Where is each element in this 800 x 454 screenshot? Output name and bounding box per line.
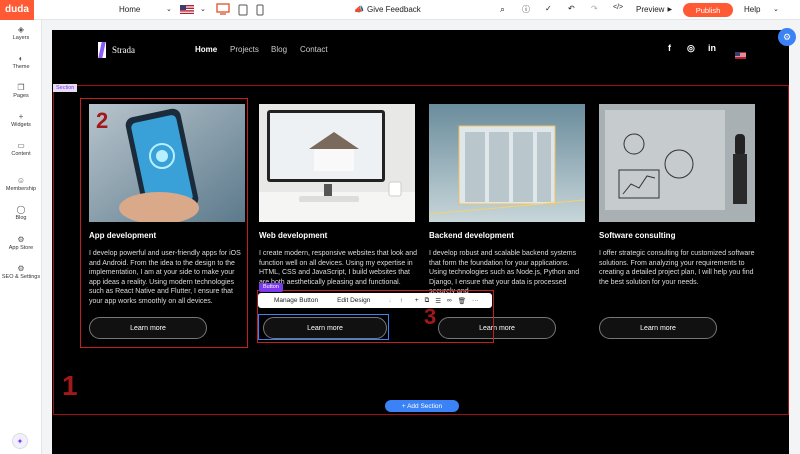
copy-icon[interactable]: ⧉	[425, 297, 430, 305]
site-logo-text: Strada	[112, 45, 135, 55]
give-feedback-label: Give Feedback	[366, 5, 421, 14]
link-icon[interactable]: ∞	[447, 297, 452, 304]
mobile-view-icon[interactable]	[256, 4, 264, 16]
annotation-box-card	[80, 98, 248, 348]
app-store-icon: ⚙	[17, 235, 25, 244]
linkedin-icon[interactable]: in	[708, 43, 716, 53]
annotation-number: 1	[62, 370, 78, 401]
nav-home[interactable]: Home	[195, 45, 217, 54]
sidebar-item-label: Theme	[12, 64, 30, 70]
sidebar-item-theme[interactable]: ◐ Theme	[0, 53, 42, 70]
manage-button-action[interactable]: Manage Button	[274, 297, 318, 304]
plus-icon: +	[18, 112, 24, 121]
align-icon[interactable]: ☰	[435, 297, 441, 305]
sidebar-item-label: App Store	[8, 245, 34, 251]
sidebar-item-label: Layers	[12, 35, 30, 41]
play-icon: ▶	[667, 7, 673, 13]
help-chevron-icon[interactable]: ⌄	[773, 5, 779, 13]
sidebar-item-layers[interactable]: ◈ Layers	[0, 24, 42, 41]
folder-icon: ▭	[17, 141, 25, 150]
code-icon[interactable]: </>	[613, 4, 623, 11]
card-desc-consulting: I offer strategic consulting for customi…	[599, 250, 755, 286]
sidebar-item-blog[interactable]: ◯ Blog	[0, 204, 42, 221]
annotation-number: 2	[96, 108, 109, 133]
move-down-icon[interactable]: ↓	[388, 297, 391, 304]
more-icon[interactable]: ···	[472, 297, 479, 304]
preview-label: Preview	[636, 5, 665, 14]
delete-icon[interactable]: 🗑	[458, 297, 466, 305]
give-feedback-button[interactable]: 📣 Give Feedback	[354, 5, 421, 14]
move-up-icon[interactable]: ↑	[400, 297, 403, 304]
strada-logo-mark	[98, 42, 106, 58]
sidebar-item-widgets[interactable]: + Widgets	[0, 111, 42, 128]
add-icon[interactable]: +	[415, 297, 419, 304]
language-chevron-icon[interactable]: ⌄	[200, 5, 206, 13]
card-image-consulting[interactable]	[599, 104, 755, 222]
sidebar-item-app-store[interactable]: ⚙ App Store	[0, 234, 42, 251]
publish-button[interactable]: Publish	[683, 3, 733, 17]
card-image-backend[interactable]	[429, 104, 585, 222]
page-selector[interactable]: Home	[119, 5, 140, 14]
selected-button-outline	[258, 314, 389, 340]
flag-icon[interactable]	[180, 5, 194, 14]
card-title-consulting: Software consulting	[599, 231, 676, 240]
sidebar-item-pages[interactable]: ❐ Pages	[0, 82, 42, 99]
search-icon[interactable]: ⌕	[500, 4, 505, 15]
comment-icon: ◯	[16, 205, 26, 214]
ai-assistant-icon[interactable]: ✦	[12, 433, 28, 449]
sidebar-item-label: Pages	[13, 93, 29, 99]
desktop-view-icon[interactable]	[216, 3, 230, 15]
site-logo[interactable]: Strada	[98, 42, 135, 58]
edit-design-action[interactable]: Edit Design	[337, 297, 370, 304]
section-tag[interactable]: Section	[53, 84, 78, 92]
chevron-down-icon[interactable]: ⌄	[166, 5, 172, 13]
palette-icon: ◐	[18, 54, 24, 63]
sidebar-item-label: Content	[11, 151, 31, 157]
user-icon: ☺	[16, 176, 26, 185]
button-tag[interactable]: Button	[259, 283, 283, 292]
sidebar-item-label: Membership	[5, 186, 37, 192]
page-select-label: Home	[119, 5, 141, 14]
left-sidebar: ◈ Layers ◐ Theme ❐ Pages + Widgets ▭ Con…	[0, 20, 42, 454]
sidebar-item-membership[interactable]: ☺ Membership	[0, 175, 42, 192]
facebook-icon[interactable]: f	[668, 43, 671, 53]
preview-button[interactable]: Preview ▶	[636, 5, 672, 14]
pages-icon: ❐	[17, 83, 25, 92]
help-menu[interactable]: Help	[744, 5, 760, 14]
instagram-icon[interactable]: ◎	[687, 43, 695, 54]
layers-icon: ◈	[17, 25, 25, 34]
help-label: Help	[744, 5, 761, 14]
learn-more-button[interactable]: Learn more	[599, 317, 717, 339]
flag-icon[interactable]	[735, 46, 746, 64]
undo-icon[interactable]: ↶	[568, 4, 575, 13]
settings-icon: ⚙	[17, 264, 25, 273]
card-title-backend: Backend development	[429, 231, 514, 240]
add-section-button[interactable]: + Add Section	[385, 400, 459, 412]
card-title-web: Web development	[259, 231, 328, 240]
sidebar-item-seo-settings[interactable]: ⚙ SEO & Settings	[0, 263, 42, 280]
redo-icon[interactable]: ↷	[591, 4, 598, 13]
megaphone-icon: 📣	[354, 5, 364, 14]
info-icon[interactable]: ⓘ	[522, 4, 530, 15]
element-toolbar: Manage Button Edit Design ↓ ↑ + ⧉ ☰ ∞ 🗑 …	[258, 293, 492, 308]
settings-sliders-icon[interactable]: ⚙	[778, 28, 796, 46]
tablet-view-icon[interactable]	[238, 4, 248, 16]
card-image-web[interactable]	[259, 104, 415, 222]
sidebar-item-label: Widgets	[11, 122, 31, 128]
card-desc-web: I create modern, responsive websites tha…	[259, 250, 417, 286]
sidebar-item-label: Blog	[15, 215, 27, 221]
top-toolbar: duda Home ⌄ ⌄ 📣 Give Feedback ⌕ ⓘ ✓ ↶ ↷ …	[0, 0, 800, 20]
duda-logo[interactable]: duda	[0, 0, 34, 20]
checkmark-icon[interactable]: ✓	[545, 4, 552, 13]
nav-projects[interactable]: Projects	[230, 45, 259, 54]
nav-blog[interactable]: Blog	[271, 45, 287, 54]
nav-contact[interactable]: Contact	[300, 45, 328, 54]
sidebar-item-label: SEO & Settings	[1, 274, 41, 280]
sidebar-item-content[interactable]: ▭ Content	[0, 140, 42, 157]
